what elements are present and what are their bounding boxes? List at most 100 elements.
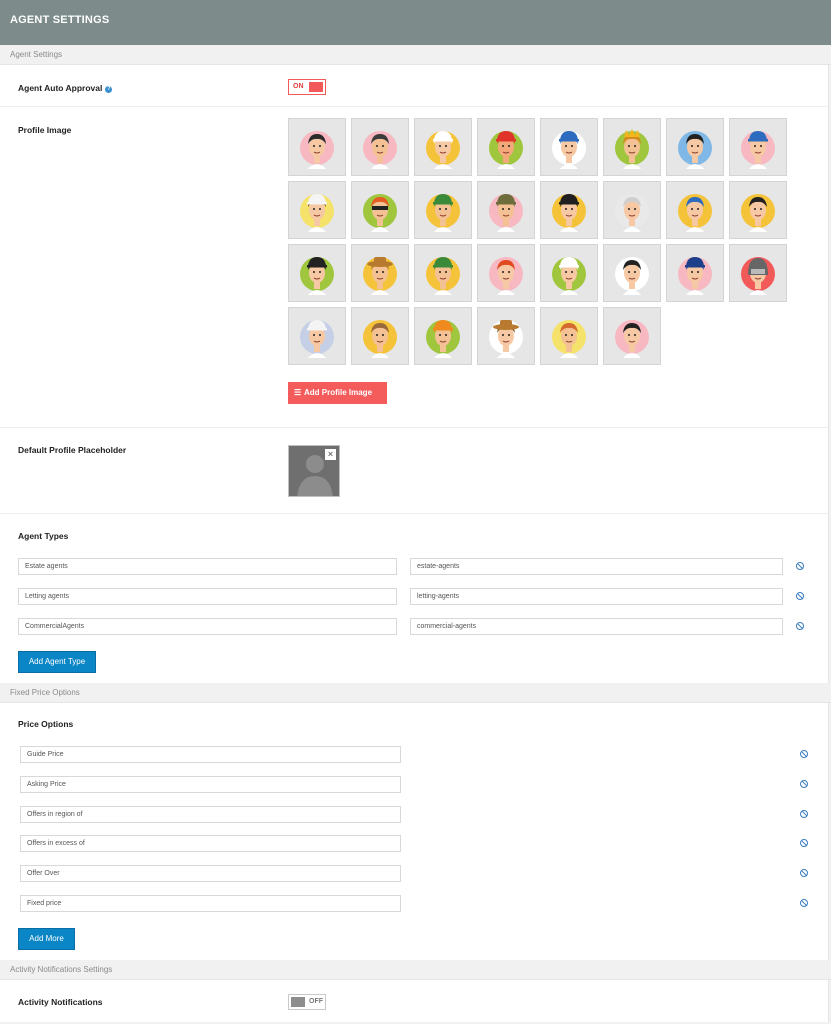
avatar-icon	[552, 320, 586, 358]
agent-types-label: Agent Types	[18, 531, 69, 541]
price-option-input[interactable]: Fixed price	[20, 895, 401, 912]
avatar-icon	[678, 131, 712, 169]
avatar-icon	[678, 194, 712, 232]
auto-approval-label: Agent Auto Approval?	[18, 83, 113, 93]
remove-icon[interactable]	[796, 622, 804, 630]
page-title: AGENT SETTINGS	[10, 14, 110, 26]
default-placeholder-label: Default Profile Placeholder	[18, 445, 127, 455]
list-icon: ☰	[294, 388, 302, 397]
section-title: Fixed Price Options	[10, 688, 80, 697]
toggle-label: OFF	[309, 998, 323, 1005]
section-agent-settings: Agent Settings	[0, 45, 831, 65]
auto-approval-toggle[interactable]: ON	[288, 79, 326, 95]
avatar-option[interactable]	[414, 244, 472, 302]
avatar-option[interactable]	[603, 118, 661, 176]
avatar-icon	[426, 257, 460, 295]
price-option-input[interactable]: Offer Over	[20, 865, 401, 883]
remove-icon[interactable]	[800, 869, 808, 878]
price-option-input[interactable]: Offers in region of	[20, 805, 401, 823]
remove-icon[interactable]	[796, 592, 804, 600]
avatar-icon	[363, 131, 397, 169]
avatar-option[interactable]	[288, 307, 346, 365]
default-placeholder-image[interactable]: ×	[288, 445, 340, 497]
avatar-option[interactable]	[288, 244, 346, 302]
avatar-option[interactable]	[729, 244, 787, 302]
avatar-option[interactable]	[666, 118, 724, 176]
avatar-option[interactable]	[603, 307, 661, 365]
avatar-option[interactable]	[414, 118, 472, 176]
section-fixed-price: Fixed Price Options	[0, 683, 831, 703]
avatar-icon	[300, 257, 334, 295]
remove-icon[interactable]	[800, 839, 808, 848]
add-agent-type-button[interactable]: Add Agent Type	[18, 651, 96, 673]
agent-type-slug-input[interactable]: estate-agents	[410, 558, 783, 575]
avatar-icon	[426, 194, 460, 232]
avatar-option[interactable]	[288, 118, 346, 176]
avatar-icon	[300, 131, 334, 169]
divider	[0, 427, 829, 428]
price-option-input[interactable]: Asking Price	[20, 775, 401, 793]
avatar-icon	[552, 257, 586, 295]
agent-type-name-input[interactable]: Letting agents	[18, 588, 397, 605]
avatar-icon	[489, 320, 523, 358]
section-title: Agent Settings	[10, 50, 63, 59]
avatar-icon	[489, 131, 523, 169]
remove-icon[interactable]	[800, 779, 808, 788]
activity-notifications-toggle[interactable]: OFF	[288, 994, 326, 1010]
avatar-option[interactable]	[540, 118, 598, 176]
avatar-icon	[741, 131, 775, 169]
profile-image-label: Profile Image	[18, 125, 72, 135]
add-profile-image-button[interactable]: ☰ Add Profile Image	[288, 382, 387, 404]
price-option-input[interactable]: Guide Price	[20, 746, 401, 763]
avatar-icon	[552, 194, 586, 232]
toggle-label: ON	[293, 83, 304, 90]
remove-icon[interactable]	[800, 809, 808, 818]
close-icon[interactable]: ×	[325, 449, 336, 460]
page-header: AGENT SETTINGS	[0, 0, 831, 45]
avatar-icon	[363, 194, 397, 232]
avatar-option[interactable]	[288, 181, 346, 239]
price-option-input[interactable]: Offers in excess of	[20, 835, 401, 853]
avatar-option[interactable]	[351, 307, 409, 365]
avatar-option[interactable]	[477, 118, 535, 176]
add-more-button[interactable]: Add More	[18, 928, 75, 950]
avatar-option[interactable]	[351, 244, 409, 302]
avatar-icon	[615, 194, 649, 232]
avatar-option[interactable]	[540, 181, 598, 239]
avatar-option[interactable]	[729, 118, 787, 176]
avatar-icon	[678, 257, 712, 295]
avatar-option[interactable]	[666, 181, 724, 239]
activity-notifications-label: Activity Notifications	[18, 997, 103, 1007]
toggle-knob	[291, 997, 305, 1007]
activity-panel: Activity Notifications OFF	[0, 980, 829, 1022]
agent-type-name-input[interactable]: CommercialAgents	[18, 618, 397, 635]
avatar-option[interactable]	[729, 181, 787, 239]
remove-icon[interactable]	[800, 899, 808, 907]
avatar-option[interactable]	[351, 181, 409, 239]
agent-type-name-input[interactable]: Estate agents	[18, 558, 397, 575]
avatar-option[interactable]	[540, 307, 598, 365]
avatar-option[interactable]	[351, 118, 409, 176]
avatar-option[interactable]	[414, 307, 472, 365]
question-icon[interactable]: ?	[105, 86, 113, 93]
avatar-option[interactable]	[540, 244, 598, 302]
avatar-option[interactable]	[477, 307, 535, 365]
avatar-icon	[615, 320, 649, 358]
avatar-icon	[615, 257, 649, 295]
divider	[0, 513, 829, 514]
auto-approval-text: Agent Auto Approval	[18, 83, 103, 93]
agent-type-slug-input[interactable]: letting-agents	[410, 588, 783, 605]
avatar-icon	[363, 320, 397, 358]
avatar-icon	[300, 320, 334, 358]
avatar-option[interactable]	[603, 181, 661, 239]
avatar-option[interactable]	[477, 244, 535, 302]
remove-icon[interactable]	[796, 562, 804, 570]
avatar-option[interactable]	[603, 244, 661, 302]
avatar-option[interactable]	[477, 181, 535, 239]
remove-icon[interactable]	[800, 750, 808, 758]
avatar-option[interactable]	[414, 181, 472, 239]
agent-type-slug-input[interactable]: commercial-agents	[410, 618, 783, 635]
section-title: Activity Notifications Settings	[10, 965, 113, 974]
avatar-option[interactable]	[666, 244, 724, 302]
section-activity: Activity Notifications Settings	[0, 960, 831, 980]
